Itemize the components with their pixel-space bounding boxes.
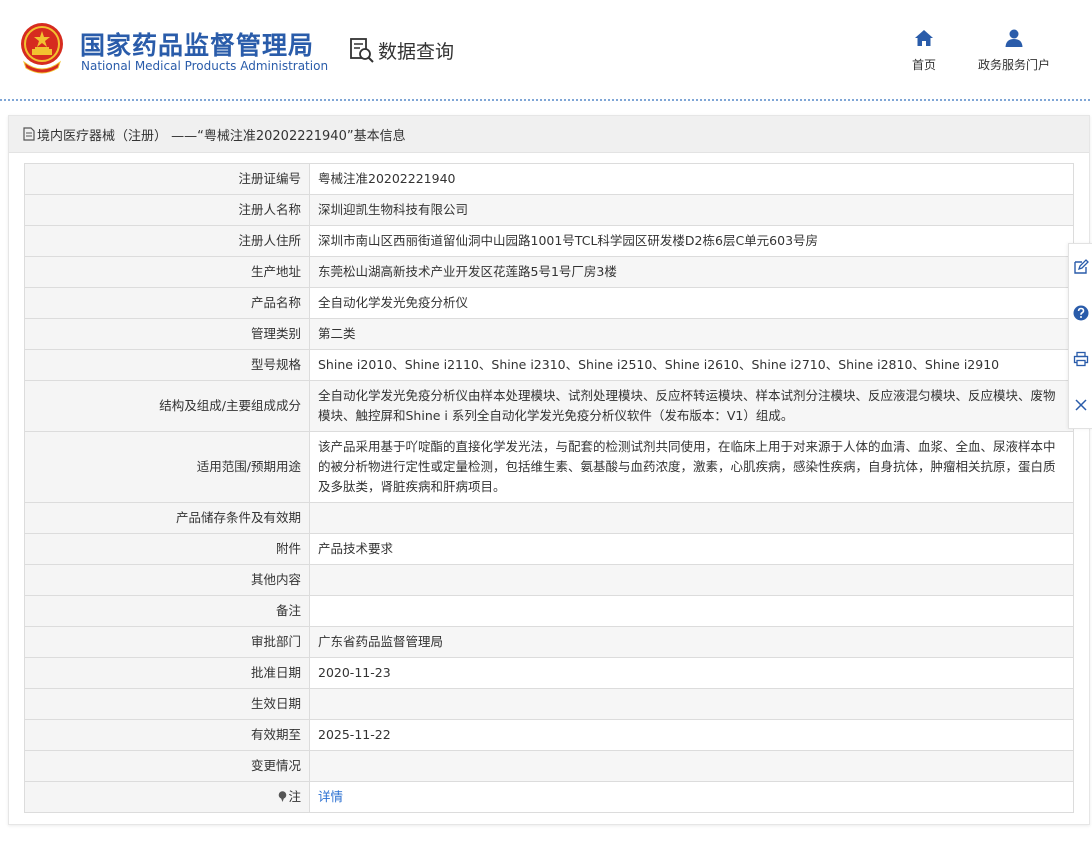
row-value: 第二类 [309,318,1074,350]
row-label: 注册证编号 [24,163,310,195]
table-row: 生效日期 [24,688,1074,720]
panel-title: 境内医疗器械（注册） ——“粤械注准20202221940”基本信息 [37,128,406,144]
edit-button[interactable] [1072,258,1090,276]
row-value: 全自动化学发光免疫分析仪 [309,287,1074,319]
row-label: 其他内容 [24,564,310,596]
document-icon [23,127,35,141]
row-value [309,688,1074,720]
table-row: 批准日期 2020-11-23 [24,657,1074,689]
table-row: 附件 产品技术要求 [24,533,1074,565]
table-row: 变更情况 [24,750,1074,782]
panel-title-bar: 境内医疗器械（注册） ——“粤械注准20202221940”基本信息 [9,116,1089,153]
row-label: 批准日期 [24,657,310,689]
row-label: 有效期至 [24,719,310,751]
row-value: 粤械注准20202221940 [309,163,1074,195]
table-row: 注册证编号 粤械注准20202221940 [24,163,1074,195]
row-value [309,502,1074,534]
nav-service-portal[interactable]: 政务服务门户 [972,28,1056,73]
brand-name-en: National Medical Products Administration [81,59,329,73]
row-label: 产品储存条件及有效期 [24,502,310,534]
table-row: 适用范围/预期用途 该产品采用基于吖啶酯的直接化学发光法，与配套的检测试剂共同使用… [24,431,1074,503]
user-icon [1005,29,1023,47]
home-icon [915,30,933,46]
row-label: 型号规格 [24,349,310,381]
header-divider [0,99,1092,101]
info-table: 注册证编号 粤械注准20202221940 注册人名称 深圳迎凯生物科技有限公司 注… [24,163,1074,813]
row-label: 产品名称 [24,287,310,319]
info-panel: 境内医疗器械（注册） ——“粤械注准20202221940”基本信息 注册证编号… [8,115,1090,825]
note-value-cell: 详情 [309,781,1074,813]
row-label: 注册人名称 [24,194,310,226]
national-emblem-icon [21,23,63,74]
row-value: 该产品采用基于吖啶酯的直接化学发光法，与配套的检测试剂共同使用，在临床上用于对来… [309,431,1074,503]
side-toolbar [1068,243,1092,429]
row-label: 管理类别 [24,318,310,350]
edit-icon [1074,259,1089,274]
row-label: 备注 [24,595,310,627]
row-label: 结构及组成/主要组成成分 [24,380,310,432]
row-label: 变更情况 [24,750,310,782]
row-value: 2020-11-23 [309,657,1074,689]
row-label: 注册人住所 [24,225,310,257]
search-document-icon [350,38,374,63]
note-label-cell: 注 [24,781,310,813]
nav-portal-label: 政务服务门户 [977,58,1050,72]
print-icon [1073,351,1089,367]
table-row: 注册人名称 深圳迎凯生物科技有限公司 [24,194,1074,226]
data-query-title: 数据查询 [349,36,454,64]
row-value: 全自动化学发光免疫分析仪由样本处理模块、试剂处理模块、反应杯转运模块、样本试剂分… [309,380,1074,432]
row-value: 深圳迎凯生物科技有限公司 [309,194,1074,226]
help-icon [1073,305,1089,321]
row-value: 东莞松山湖高新技术产业开发区花莲路5号1号厂房3楼 [309,256,1074,288]
details-link[interactable]: 详情 [318,789,343,804]
row-label: 注 [288,789,301,804]
help-button[interactable] [1072,304,1090,322]
site-header: 国家药品监督管理局 National Medical Products Admi… [0,0,1092,101]
row-value: 2025-11-22 [309,719,1074,751]
row-value: 深圳市南山区西丽街道留仙洞中山园路1001号TCL科学园区研发楼D2栋6层C单元… [309,225,1074,257]
table-row: 注 详情 [24,781,1074,813]
nav-home[interactable]: 首页 [906,28,942,73]
table-row: 产品储存条件及有效期 [24,502,1074,534]
row-label: 审批部门 [24,626,310,658]
row-value [309,750,1074,782]
row-value: Shine i2010、Shine i2110、Shine i2310、Shin… [309,349,1074,381]
table-row: 备注 [24,595,1074,627]
table-row: 管理类别 第二类 [24,318,1074,350]
table-row: 结构及组成/主要组成成分 全自动化学发光免疫分析仪由样本处理模块、试剂处理模块、反… [24,380,1074,432]
print-button[interactable] [1072,350,1090,368]
table-row: 生产地址 东莞松山湖高新技术产业开发区花莲路5号1号厂房3楼 [24,256,1074,288]
row-value: 产品技术要求 [309,533,1074,565]
row-label: 生产地址 [24,256,310,288]
table-row: 审批部门 广东省药品监督管理局 [24,626,1074,658]
row-label: 附件 [24,533,310,565]
row-value [309,564,1074,596]
row-value: 广东省药品监督管理局 [309,626,1074,658]
table-row: 产品名称 全自动化学发光免疫分析仪 [24,287,1074,319]
table-row: 有效期至 2025-11-22 [24,719,1074,751]
close-icon [1075,399,1087,411]
brand-name-cn: 国家药品监督管理局 [80,31,315,60]
table-row: 其他内容 [24,564,1074,596]
row-label: 适用范围/预期用途 [24,431,310,503]
row-label: 生效日期 [24,688,310,720]
close-button[interactable] [1072,396,1090,414]
table-row: 注册人住所 深圳市南山区西丽街道留仙洞中山园路1001号TCL科学园区研发楼D2栋… [24,225,1074,257]
nav-home-label: 首页 [911,58,936,72]
table-row: 型号规格 Shine i2010、Shine i2110、Shine i2310、… [24,349,1074,381]
pin-icon [279,791,287,802]
data-query-label: 数据查询 [378,40,455,63]
row-value [309,595,1074,627]
